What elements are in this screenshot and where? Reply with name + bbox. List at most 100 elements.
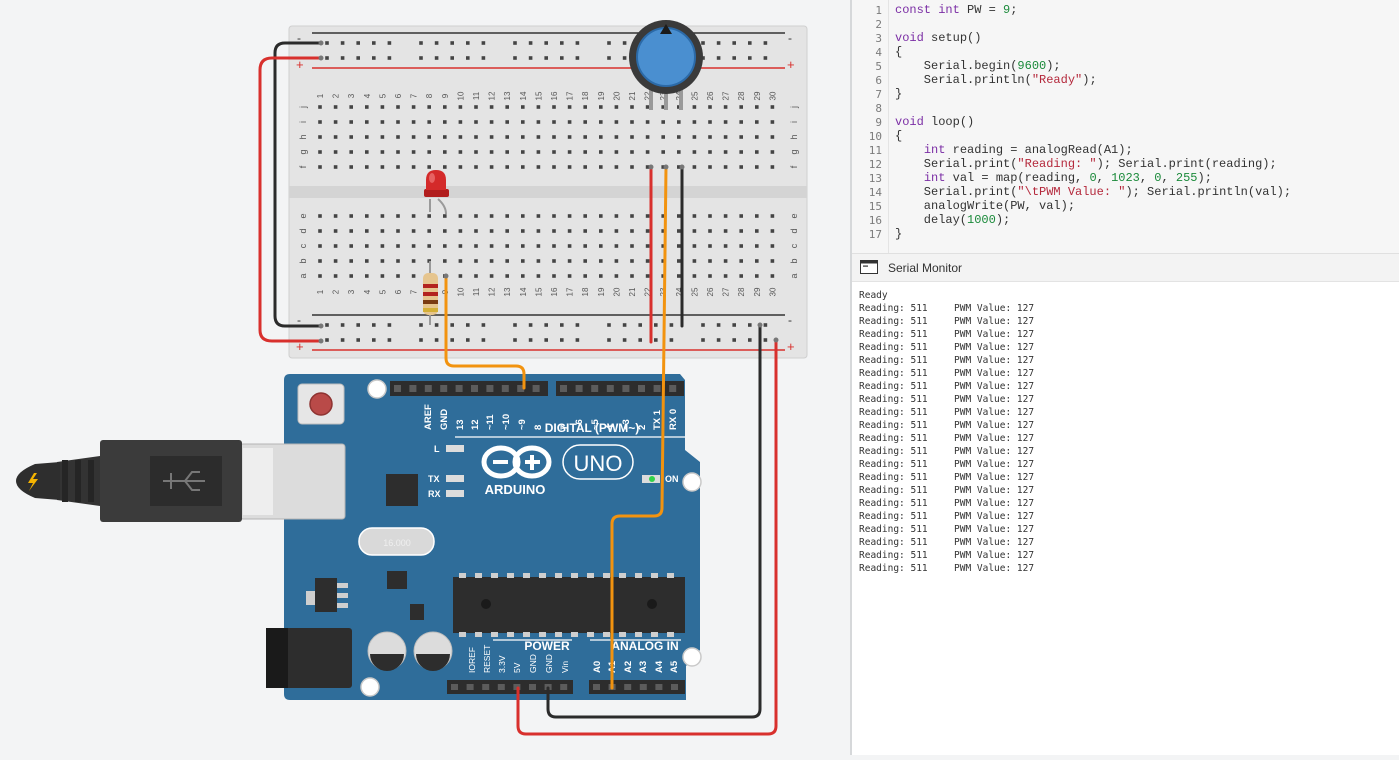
breadboard-hole[interactable]: [318, 150, 322, 154]
rail-hole[interactable]: [607, 41, 611, 45]
breadboard-hole[interactable]: [770, 274, 775, 278]
rail-hole[interactable]: [419, 41, 423, 45]
rail-hole[interactable]: [340, 56, 345, 60]
breadboard-hole[interactable]: [552, 259, 556, 263]
breadboard-hole[interactable]: [583, 274, 587, 278]
header-pin[interactable]: [624, 684, 632, 690]
breadboard-hole[interactable]: [583, 229, 587, 233]
breadboard-hole[interactable]: [458, 105, 463, 109]
rail-hole[interactable]: [387, 41, 392, 45]
code-line[interactable]: Serial.print("\tPWM Value: "); Serial.pr…: [895, 185, 1291, 199]
header-pin[interactable]: [593, 684, 600, 690]
rail-hole[interactable]: [622, 338, 627, 342]
rail-hole[interactable]: [450, 323, 454, 327]
breadboard-hole[interactable]: [614, 150, 619, 154]
breadboard-hole[interactable]: [708, 274, 712, 278]
breadboard-hole[interactable]: [630, 165, 634, 169]
breadboard-hole[interactable]: [380, 105, 385, 109]
breadboard-hole[interactable]: [770, 120, 775, 124]
breadboard-hole[interactable]: [599, 274, 603, 278]
breadboard-hole[interactable]: [692, 274, 697, 278]
rail-hole[interactable]: [763, 323, 768, 327]
header-pin[interactable]: [622, 385, 630, 392]
breadboard-hole[interactable]: [645, 150, 650, 154]
power-header[interactable]: [447, 680, 573, 694]
rail-hole[interactable]: [513, 323, 517, 327]
breadboard-hole[interactable]: [365, 105, 369, 109]
rail-hole[interactable]: [372, 323, 376, 327]
breadboard-hole[interactable]: [708, 229, 712, 233]
breadboard-hole[interactable]: [739, 120, 743, 124]
breadboard-hole[interactable]: [630, 244, 634, 248]
breadboard-hole[interactable]: [489, 214, 494, 218]
rail-hole[interactable]: [513, 338, 517, 342]
breadboard-hole[interactable]: [333, 135, 338, 139]
breadboard-hole[interactable]: [427, 229, 431, 233]
breadboard-hole[interactable]: [333, 150, 338, 154]
rail-hole[interactable]: [466, 338, 470, 342]
serial-monitor-output[interactable]: Ready Reading: 511 PWM Value: 127 Reading: …: [852, 282, 1399, 755]
breadboard-hole[interactable]: [739, 165, 743, 169]
breadboard-hole[interactable]: [521, 214, 525, 218]
breadboard-hole[interactable]: [474, 165, 478, 169]
breadboard-hole[interactable]: [723, 165, 728, 169]
breadboard-hole[interactable]: [770, 105, 775, 109]
rail-hole[interactable]: [732, 41, 736, 45]
breadboard-hole[interactable]: [427, 165, 431, 169]
rail-hole[interactable]: [701, 41, 705, 45]
rail-hole[interactable]: [654, 338, 658, 342]
code-line[interactable]: int reading = analogRead(A1);: [895, 143, 1133, 157]
led-dome[interactable]: [426, 170, 446, 190]
breadboard-hole[interactable]: [458, 120, 463, 124]
code-line[interactable]: int val = map(reading, 0, 1023, 0, 255);: [895, 171, 1212, 185]
code-editor[interactable]: 1 const int PW = 9; 2 3 void setup() 4 {5 Seri…: [852, 0, 1399, 254]
rail-hole[interactable]: [575, 338, 580, 342]
header-pin[interactable]: [606, 385, 614, 392]
rail-hole[interactable]: [763, 338, 768, 342]
breadboard-hole[interactable]: [505, 165, 509, 169]
breadboard-hole[interactable]: [739, 135, 743, 139]
breadboard-hole[interactable]: [318, 274, 322, 278]
breadboard-hole[interactable]: [318, 120, 322, 124]
header-pin[interactable]: [471, 385, 478, 392]
breadboard-hole[interactable]: [645, 214, 650, 218]
code-line[interactable]: const int PW = 9;: [895, 3, 1017, 17]
breadboard-hole[interactable]: [567, 274, 572, 278]
breadboard-hole[interactable]: [380, 229, 385, 233]
breadboard-hole[interactable]: [567, 150, 572, 154]
rail-hole[interactable]: [419, 338, 423, 342]
breadboard-hole[interactable]: [599, 150, 603, 154]
breadboard-hole[interactable]: [755, 120, 759, 124]
breadboard-hole[interactable]: [583, 165, 587, 169]
breadboard-hole[interactable]: [380, 120, 385, 124]
breadboard-hole[interactable]: [552, 105, 556, 109]
breadboard-hole[interactable]: [692, 120, 697, 124]
breadboard-hole[interactable]: [536, 135, 541, 139]
code-line[interactable]: {: [895, 129, 902, 143]
breadboard-hole[interactable]: [521, 229, 525, 233]
rail-hole[interactable]: [513, 56, 517, 60]
rail-hole[interactable]: [560, 56, 564, 60]
breadboard-hole[interactable]: [677, 274, 681, 278]
breadboard-hole[interactable]: [411, 120, 416, 124]
breadboard-hole[interactable]: [458, 259, 463, 263]
breadboard-hole[interactable]: [552, 274, 556, 278]
breadboard-hole[interactable]: [474, 274, 478, 278]
rail-hole[interactable]: [356, 323, 360, 327]
breadboard-hole[interactable]: [458, 150, 463, 154]
breadboard-hole[interactable]: [489, 105, 494, 109]
breadboard-hole[interactable]: [365, 214, 369, 218]
rail-hole[interactable]: [325, 338, 329, 342]
breadboard-hole[interactable]: [770, 259, 775, 263]
header-pin[interactable]: [591, 385, 599, 392]
breadboard-hole[interactable]: [723, 105, 728, 109]
breadboard-hole[interactable]: [489, 244, 494, 248]
breadboard-hole[interactable]: [396, 105, 400, 109]
breadboard-hole[interactable]: [443, 105, 447, 109]
breadboard-hole[interactable]: [739, 105, 743, 109]
breadboard-hole[interactable]: [318, 214, 322, 218]
breadboard-hole[interactable]: [755, 165, 759, 169]
breadboard-hole[interactable]: [380, 165, 385, 169]
rail-hole[interactable]: [466, 41, 470, 45]
breadboard-hole[interactable]: [677, 259, 681, 263]
